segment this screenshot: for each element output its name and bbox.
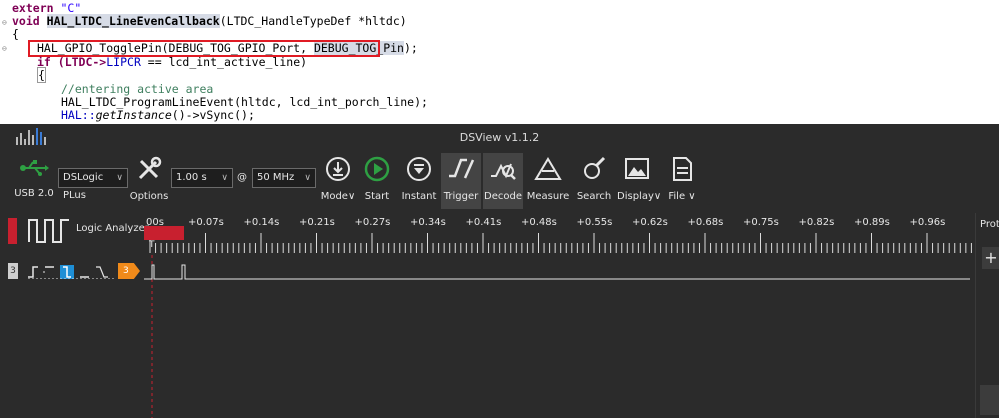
code-line: {: [37, 67, 46, 83]
add-protocol-icon[interactable]: +: [982, 247, 999, 269]
measure-button[interactable]: Measure: [526, 156, 570, 202]
mode-button[interactable]: Mode∨: [320, 156, 356, 202]
at-symbol: @: [237, 172, 247, 183]
fold-icon[interactable]: ⊖: [2, 18, 7, 27]
toolbar: USB 2.0 DSLogic PLus ∨ Options 1.00 s ∨ @ …: [0, 151, 999, 213]
brace: {: [37, 67, 46, 83]
measure-icon: [534, 157, 562, 180]
dsview-window: DSView v1.1.2 USB 2.0 DSLogic PLus ∨ Opti: [0, 124, 999, 418]
play-icon: [364, 156, 390, 182]
trigger-button[interactable]: Trigger: [441, 156, 481, 202]
decode-label: Decode: [484, 191, 522, 202]
tick-label: +0.68s: [687, 217, 724, 228]
device-value: DSLogic PLus: [63, 172, 104, 201]
mode-text: Mode: [320, 191, 348, 202]
protocol-tab[interactable]: Prot: [980, 219, 999, 230]
tick-label: +0.34s: [410, 217, 446, 228]
call-rest: ()->vSync();: [171, 108, 255, 122]
trigger-label: Trigger: [443, 191, 479, 202]
display-button[interactable]: Display∨: [617, 156, 661, 202]
tick-label: +0.55s: [576, 217, 613, 228]
panel-control[interactable]: [980, 385, 999, 415]
start-button[interactable]: Start: [358, 156, 396, 202]
display-text: Display: [617, 191, 654, 202]
duration-value: 1.00 s: [176, 172, 207, 183]
tick-label: +0.75s: [743, 217, 779, 228]
trigger-icon: [449, 158, 475, 179]
chevron-down-icon: ∨: [116, 173, 123, 183]
window-title: DSView v1.1.2: [459, 131, 540, 144]
tick-label: +0.48s: [521, 217, 557, 228]
start-label: Start: [364, 191, 390, 202]
trigger-flag[interactable]: [144, 226, 184, 240]
chevron-down-icon: ∨: [653, 191, 662, 202]
tick-label: +0.27s: [354, 217, 391, 228]
usb-label: USB 2.0: [14, 188, 54, 199]
download-icon: [326, 157, 350, 181]
chevron-down-icon: ∨: [304, 173, 311, 183]
params: (LTDC_HandleTypeDef *hltdc): [219, 14, 407, 28]
tick-label: +0.21s: [299, 217, 335, 228]
samplerate-value: 50 MHz: [257, 172, 295, 183]
time-ruler[interactable]: Logic Analyzer 00s +0.07s +0.14s +0.21s +0.…: [0, 213, 975, 255]
search-icon: [584, 156, 606, 179]
chevron-down-icon: ∨: [688, 191, 696, 202]
keyword: void: [12, 14, 40, 28]
code-line: void HAL_LTDC_LineEvenCallback(LTDC_Hand…: [12, 14, 407, 28]
file-icon: [673, 157, 692, 181]
mode-label: Mode∨: [320, 191, 356, 202]
tick-label: +0.96s: [909, 217, 946, 228]
keyword: extern: [12, 1, 54, 15]
protocol-panel: Prot +: [975, 213, 999, 418]
tick-label: +0.14s: [243, 217, 280, 228]
instant-label: Instant: [401, 191, 437, 202]
usb-icon: [20, 160, 49, 176]
call-end: );: [403, 41, 418, 55]
chevron-down-icon: ∨: [347, 191, 356, 202]
file-text: File: [668, 191, 686, 202]
search-button[interactable]: Search: [574, 156, 614, 202]
decode-icon: [491, 163, 516, 180]
display-label: Display∨: [617, 191, 661, 202]
condition-text: == lcd_int_active_line): [140, 55, 308, 69]
instant-button[interactable]: Instant: [399, 156, 439, 202]
fold-icon[interactable]: ⊖: [2, 44, 7, 53]
device-select[interactable]: DSLogic PLus ∨: [58, 168, 128, 201]
title-bar: DSView v1.1.2: [0, 124, 999, 151]
function-name: HAL_LTDC_LineEvenCallback: [46, 14, 220, 28]
usb-status: USB 2.0: [14, 157, 54, 199]
options-button[interactable]: Options: [128, 156, 170, 202]
instant-icon: [407, 157, 431, 181]
tick-label: +0.62s: [632, 217, 668, 228]
editor-gutter: ⊖ ⊖: [0, 0, 10, 124]
decode-button[interactable]: Decode: [483, 156, 523, 202]
tick-label: +0.82s: [798, 217, 835, 228]
namespace: HAL::: [61, 108, 96, 122]
image-icon: [625, 158, 649, 179]
register-field: LIPCR: [106, 55, 141, 69]
file-label: File ∨: [664, 191, 700, 202]
tick-label: +0.07s: [188, 217, 224, 228]
options-label: Options: [129, 191, 169, 202]
signal-area[interactable]: 3 3: [0, 255, 975, 418]
string-literal: "C": [60, 1, 82, 15]
method-name: getInstance: [95, 108, 172, 122]
tick-label: +0.41s: [465, 217, 502, 228]
search-label: Search: [576, 191, 612, 202]
keyword-text: if (LTDC->: [37, 55, 107, 69]
trigger-marker: T: [149, 240, 155, 250]
code-editor: ⊖ ⊖ extern "C" void HAL_LTDC_LineEvenCal…: [0, 0, 999, 124]
duration-select[interactable]: 1.00 s ∨: [171, 168, 233, 188]
code-line: HAL::getInstance()->vSync();: [61, 109, 255, 122]
measure-label: Measure: [526, 191, 570, 202]
code-line: if (LTDC->LIPCR == lcd_int_active_line): [37, 56, 307, 69]
samplerate-select[interactable]: 50 MHz ∨: [252, 168, 316, 188]
code-line: {: [12, 27, 19, 41]
tick-label: +0.89s: [854, 217, 890, 228]
chevron-down-icon: ∨: [221, 173, 228, 183]
waveform: [144, 255, 970, 418]
tools-icon: [138, 156, 162, 180]
file-button[interactable]: File ∨: [664, 156, 700, 202]
